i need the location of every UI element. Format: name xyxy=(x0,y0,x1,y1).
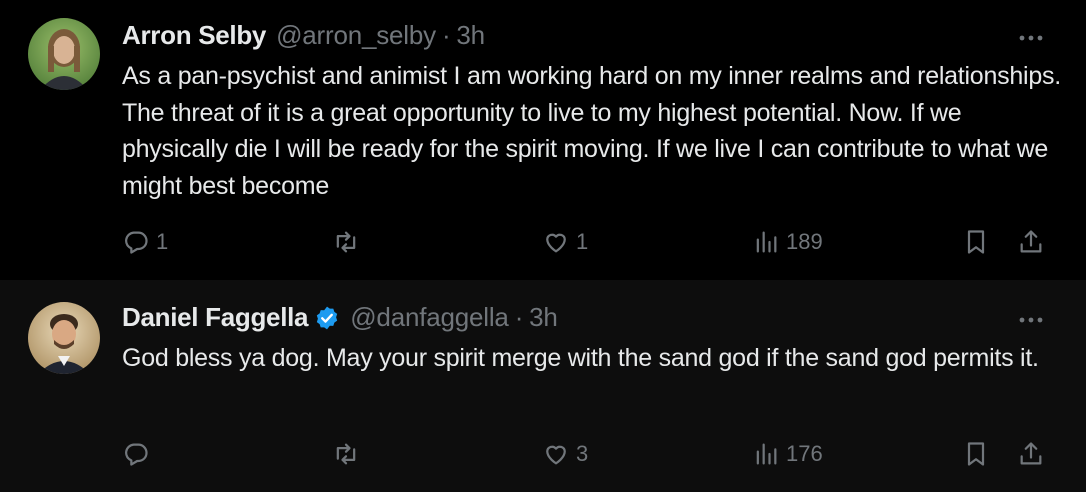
reply-button[interactable] xyxy=(122,437,156,471)
bookmark-button[interactable] xyxy=(962,225,990,259)
separator: · xyxy=(441,20,451,50)
tweet-arron-selby[interactable]: Arron Selby @arron_selby · 3h As a pan-p… xyxy=(0,0,1086,280)
author-handle[interactable]: @arron_selby xyxy=(276,20,436,51)
like-icon xyxy=(546,233,566,253)
share-button[interactable] xyxy=(1017,437,1045,471)
tweet-header: Arron Selby @arron_selby · 3h xyxy=(122,20,485,51)
view-count: 189 xyxy=(786,229,823,254)
reply-count: 1 xyxy=(156,229,169,254)
author-name[interactable]: Arron Selby xyxy=(122,20,266,51)
views-icon xyxy=(756,231,777,253)
timestamp[interactable]: 3h xyxy=(529,302,558,333)
bookmark-button[interactable] xyxy=(962,437,990,471)
retweet-button[interactable] xyxy=(332,225,366,259)
tweet-text: As a pan-psychist and animist I am worki… xyxy=(122,62,1061,200)
retweet-icon xyxy=(336,443,356,465)
views-button[interactable]: 189 xyxy=(752,225,823,259)
bookmark-icon xyxy=(967,230,985,254)
more-icon[interactable] xyxy=(1016,28,1046,48)
share-icon xyxy=(1020,442,1042,465)
retweet-icon xyxy=(336,231,356,253)
bookmark-icon xyxy=(967,442,985,466)
tweet-daniel-faggella[interactable]: Daniel Faggella @danfaggella · 3h God bl… xyxy=(0,280,1086,492)
thread: Arron Selby @arron_selby · 3h As a pan-p… xyxy=(0,0,1086,492)
retweet-button[interactable] xyxy=(332,437,366,471)
more-icon[interactable] xyxy=(1016,310,1046,330)
like-icon xyxy=(546,445,566,465)
tweet-text: God bless ya dog. May your spirit merge … xyxy=(122,344,1039,372)
reply-icon xyxy=(125,443,148,466)
like-count: 1 xyxy=(576,229,589,254)
author-name[interactable]: Daniel Faggella xyxy=(122,302,309,333)
avatar[interactable] xyxy=(28,18,100,90)
views-button[interactable]: 176 xyxy=(752,437,823,471)
tweet-actions: 3 176 xyxy=(122,437,1052,471)
timestamp[interactable]: 3h xyxy=(456,20,485,51)
reply-button[interactable]: 1 xyxy=(122,225,168,259)
like-button[interactable]: 1 xyxy=(542,225,588,259)
verified-badge-icon xyxy=(314,305,340,331)
author-handle[interactable]: @danfaggella xyxy=(350,302,509,333)
views-icon xyxy=(756,443,777,465)
avatar[interactable] xyxy=(28,302,100,374)
reply-icon xyxy=(125,231,148,254)
share-icon xyxy=(1020,230,1042,253)
share-button[interactable] xyxy=(1017,225,1045,259)
like-count: 3 xyxy=(576,441,589,466)
tweet-header: Daniel Faggella @danfaggella · 3h xyxy=(122,302,558,333)
view-count: 176 xyxy=(786,441,823,466)
like-button[interactable]: 3 xyxy=(542,437,588,471)
tweet-actions: 1 1 189 xyxy=(122,225,1052,259)
separator: · xyxy=(514,302,524,332)
